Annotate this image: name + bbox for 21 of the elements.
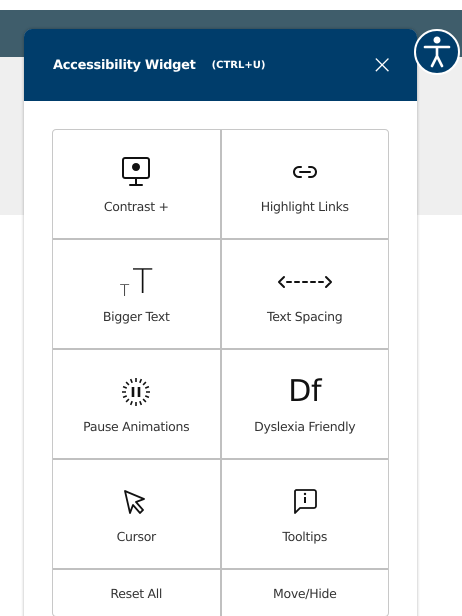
tool-button[interactable]: Pause Animations [53, 350, 220, 458]
footer-button[interactable]: Reset All [53, 570, 220, 616]
tool-button[interactable]: Tooltips [222, 460, 388, 568]
accessibility-icon [422, 35, 452, 69]
arrows-icon [276, 274, 333, 290]
footer-button[interactable]: Move/Hide [222, 570, 388, 616]
tool-button[interactable]: Cursor [53, 460, 220, 568]
tool-button[interactable]: Contrast + [53, 130, 220, 238]
tool-button[interactable]: Highlight Links [222, 130, 388, 238]
glyph-icon: T [120, 282, 130, 298]
monitor-icon [121, 156, 152, 188]
widget-title: Accessibility Widget [53, 58, 196, 72]
close-button[interactable]: × [367, 52, 397, 78]
tool-button[interactable]: Df Dyslexia Friendly [222, 350, 388, 458]
shortcut-hint: (CTRL+U) [212, 60, 266, 70]
tool-button[interactable]: Text Spacing [222, 240, 388, 348]
link-icon [292, 164, 318, 180]
glyph-icon: T [132, 264, 153, 298]
tool-button[interactable]: T T Bigger Text [53, 240, 220, 348]
glyph-icon: Df [288, 376, 322, 406]
pause-icon [120, 376, 152, 408]
